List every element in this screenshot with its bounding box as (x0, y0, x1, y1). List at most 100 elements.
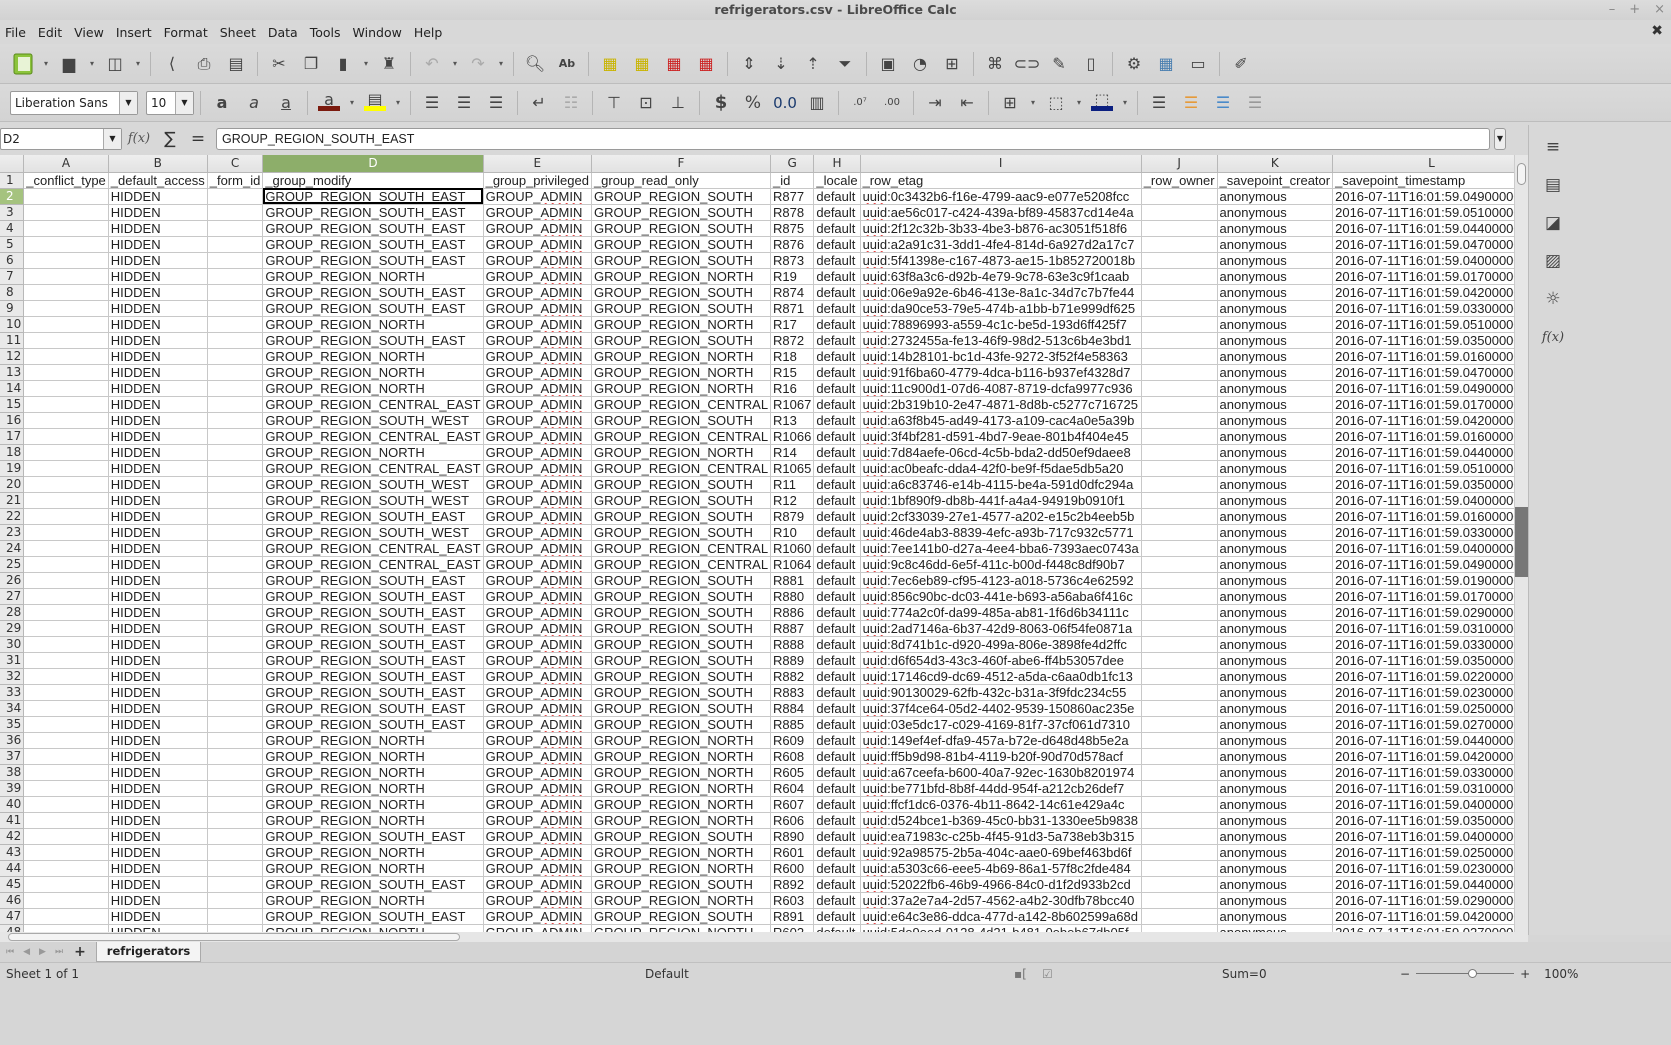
cell[interactable]: anonymous (1217, 924, 1334, 932)
cell[interactable] (207, 636, 264, 653)
cell[interactable]: GROUP_REGION_SOUTH_EAST (262, 636, 484, 653)
cell[interactable]: GROUP_ADMIN (483, 396, 592, 413)
cell[interactable] (23, 764, 109, 781)
cell[interactable]: GROUP_REGION_NORTH (262, 444, 484, 461)
cell[interactable] (23, 636, 109, 653)
cell[interactable]: GROUP_ADMIN (483, 252, 592, 269)
cell[interactable] (1141, 204, 1218, 221)
cell[interactable] (23, 620, 109, 637)
cell[interactable]: anonymous (1217, 204, 1334, 221)
cell[interactable]: anonymous (1217, 652, 1334, 669)
redo-icon[interactable]: ↷ (463, 50, 493, 78)
cell[interactable]: uuid:90130029-62fb-432c-b31a-3f9fdc234c5… (860, 684, 1142, 701)
cell[interactable]: GROUP_REGION_NORTH (591, 892, 772, 909)
cell[interactable]: GROUP_REGION_SOUTH_EAST (262, 828, 484, 845)
cell[interactable] (1141, 236, 1218, 253)
cell[interactable]: uuid:06e9a92e-6b46-413e-8a1c-34d7c7b7fe4… (860, 284, 1142, 301)
zoom-out-button[interactable]: − (1400, 967, 1410, 981)
percent-icon[interactable]: % (738, 89, 768, 117)
cell[interactable]: anonymous (1217, 604, 1334, 621)
cell[interactable] (23, 428, 109, 445)
cell[interactable]: GROUP_REGION_SOUTH_EAST (262, 508, 484, 525)
cell[interactable] (207, 332, 264, 349)
undo-dropdown-icon[interactable]: ▾ (449, 50, 461, 78)
cell[interactable] (23, 332, 109, 349)
cell[interactable]: 2016-07-11T16:01:59.025000000 (1332, 844, 1514, 861)
row-header[interactable]: 36 (0, 732, 25, 749)
cell[interactable] (207, 700, 264, 717)
cell[interactable]: uuid:a6c83746-e14b-4115-be4a-591d0dfc294… (860, 476, 1142, 493)
cell[interactable] (207, 780, 264, 797)
pivot-table-icon[interactable]: ⊞ (937, 50, 967, 78)
cell[interactable]: HIDDEN (108, 620, 208, 637)
cell[interactable]: R600 (770, 860, 815, 877)
cell[interactable]: anonymous (1217, 588, 1334, 605)
cell[interactable]: HIDDEN (108, 716, 208, 733)
cell[interactable]: anonymous (1217, 332, 1334, 349)
cell[interactable]: R892 (770, 876, 815, 893)
cell[interactable]: default (813, 252, 861, 269)
paste-icon[interactable]: ▮ (328, 50, 358, 78)
cell[interactable]: GROUP_REGION_NORTH (262, 316, 484, 333)
sum-button[interactable]: ∑ (156, 129, 184, 149)
row-header[interactable]: 19 (0, 460, 25, 477)
cell[interactable]: 2016-07-11T16:01:59.047000000 (1332, 236, 1514, 253)
cell[interactable]: anonymous (1217, 188, 1334, 205)
decrease-indent-icon[interactable]: ⇤ (952, 89, 982, 117)
cell[interactable]: 2016-07-11T16:01:59.035000000 (1332, 332, 1514, 349)
open-folder-icon[interactable]: ▆ (54, 50, 84, 78)
menu-insert[interactable]: Insert (113, 25, 161, 40)
cell[interactable]: R871 (770, 300, 815, 317)
cell[interactable]: GROUP_ADMIN (483, 732, 592, 749)
cell[interactable] (23, 476, 109, 493)
column-header-j[interactable]: J (1141, 155, 1218, 173)
row-header[interactable]: 35 (0, 716, 25, 733)
comment-icon[interactable]: ✎ (1044, 50, 1074, 78)
cell[interactable]: default (813, 620, 861, 637)
cell[interactable]: default (813, 924, 861, 932)
cell[interactable]: GROUP_REGION_SOUTH_EAST (262, 876, 484, 893)
cell[interactable] (23, 556, 109, 573)
cell[interactable]: HIDDEN (108, 316, 208, 333)
cell[interactable]: default (813, 444, 861, 461)
cell[interactable]: uuid:ae56c017-c424-439a-bf89-45837cd14e4… (860, 204, 1142, 221)
last-sheet-icon[interactable]: ⏭ (55, 947, 63, 957)
cell[interactable]: uuid:14b28101-bc1d-43fe-9272-3f52f4e5836… (860, 348, 1142, 365)
define-print-area-icon[interactable]: ⚙ (1119, 50, 1149, 78)
cell[interactable] (1141, 492, 1218, 509)
header-cell[interactable]: _id (770, 172, 815, 189)
row-header[interactable]: 3 (0, 204, 25, 221)
cell[interactable] (207, 460, 264, 477)
cell[interactable]: GROUP_REGION_NORTH (262, 732, 484, 749)
cell[interactable]: GROUP_ADMIN (483, 796, 592, 813)
cell[interactable]: GROUP_REGION_SOUTH_EAST (262, 588, 484, 605)
cell[interactable]: uuid:7ec6eb89-cf95-4123-a018-5736c4e6259… (860, 572, 1142, 589)
cell[interactable]: anonymous (1217, 316, 1334, 333)
cell[interactable] (207, 508, 264, 525)
cell[interactable]: HIDDEN (108, 284, 208, 301)
cell[interactable] (1141, 572, 1218, 589)
cell[interactable] (1141, 300, 1218, 317)
cell[interactable] (207, 924, 264, 932)
cell[interactable]: GROUP_REGION_SOUTH_EAST (262, 220, 484, 237)
cell[interactable] (207, 572, 264, 589)
cell[interactable]: HIDDEN (108, 684, 208, 701)
cell[interactable]: GROUP_REGION_CENTRAL (591, 460, 772, 477)
cell[interactable]: GROUP_ADMIN (483, 572, 592, 589)
cell[interactable] (23, 300, 109, 317)
cell[interactable]: default (813, 700, 861, 717)
cell[interactable] (23, 348, 109, 365)
cell[interactable] (1141, 188, 1218, 205)
cell[interactable] (207, 540, 264, 557)
row-header[interactable]: 6 (0, 252, 25, 269)
cell[interactable] (1141, 460, 1218, 477)
cell[interactable]: R1064 (770, 556, 815, 573)
cell[interactable] (23, 444, 109, 461)
cell[interactable]: R608 (770, 748, 815, 765)
cell[interactable]: R883 (770, 684, 815, 701)
cell[interactable]: GROUP_ADMIN (483, 540, 592, 557)
cell[interactable]: GROUP_REGION_NORTH (262, 364, 484, 381)
cell[interactable]: 2016-07-11T16:01:59.051000000 (1332, 316, 1514, 333)
horizontal-scroll-thumb[interactable] (8, 933, 460, 941)
cell[interactable]: R602 (770, 924, 815, 932)
